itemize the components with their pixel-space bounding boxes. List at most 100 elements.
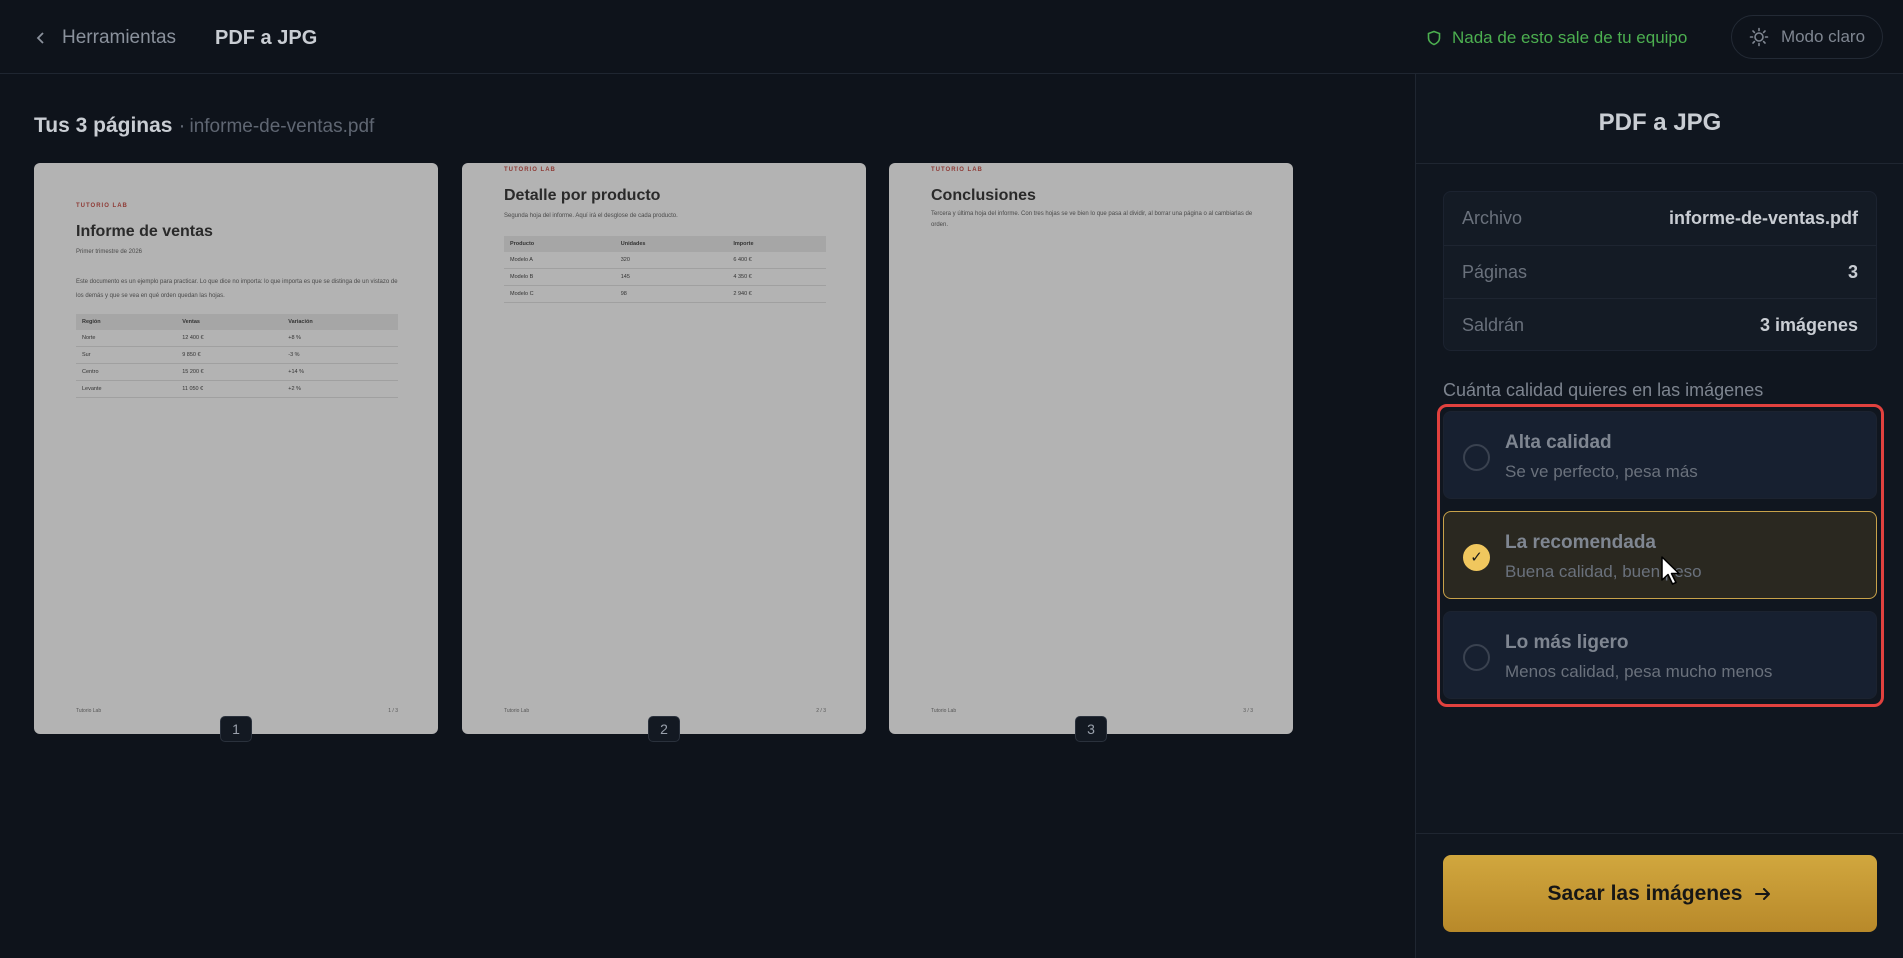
table-row: Modelo A 320 6 400 € [504, 252, 826, 269]
table-cell: Modelo A [504, 252, 615, 269]
info-value: 3 imágenes [1759, 314, 1858, 335]
option-subtitle: Se ve perfecto, pesa más [1505, 462, 1698, 481]
sun-icon [1749, 27, 1769, 47]
page-doc-table: Región Ventas Variación Norte 12 400 € +… [76, 314, 398, 398]
pages-count-heading: Tus 3 páginas [34, 114, 173, 137]
table-cell: -3 % [282, 346, 398, 364]
table-cell: 12 400 € [176, 330, 283, 347]
table-cell: 11 050 € [176, 380, 283, 398]
table-header: Variación [282, 314, 398, 330]
page-doc-subtitle: Segunda hoja del informe. Aquí irá el de… [504, 213, 678, 219]
option-title: La recomendada [1505, 532, 1656, 553]
page-doc-body: Este documento es un ejemplo para practi… [76, 279, 398, 299]
option-title: Lo más ligero [1505, 632, 1629, 653]
table-row: Modelo C 98 2 940 € [504, 285, 826, 303]
table-header: Región [76, 314, 177, 330]
table-row: Sur 9 850 € -3 % [76, 346, 398, 364]
info-row-pages: Páginas 3 [1444, 245, 1876, 298]
table-header: Importe [727, 236, 826, 252]
page-brand: TUTORIO LAB [76, 203, 128, 209]
info-row-file: Archivo informe-de-ventas.pdf [1444, 192, 1876, 245]
table-cell: 9 850 € [176, 346, 283, 364]
page-number-badge: 2 [648, 716, 680, 742]
table-cell: Modelo C [504, 285, 615, 303]
option-title: Alta calidad [1505, 432, 1612, 453]
page-thumbnail-3[interactable]: TUTORIO LAB Conclusiones Tercera y últim… [889, 163, 1293, 742]
option-subtitle: Menos calidad, pesa mucho menos [1505, 662, 1773, 681]
page-brand: TUTORIO LAB [931, 167, 983, 173]
theme-toggle-button[interactable]: Modo claro [1731, 15, 1883, 59]
info-row-output: Saldrán 3 imágenes [1444, 298, 1876, 351]
quality-label: Cuánta calidad quieres en las imágenes [1443, 380, 1764, 400]
info-key: Saldrán [1462, 314, 1525, 335]
info-value: informe-de-ventas.pdf [1668, 208, 1858, 228]
privacy-text: Nada de esto sale de tu equipo [1452, 28, 1688, 47]
table-cell: Norte [76, 330, 177, 347]
table-cell: +14 % [282, 363, 398, 381]
page-doc-table: Producto Unidades Importe Modelo A 320 6… [504, 236, 826, 303]
back-label: Herramientas [62, 27, 177, 48]
table-cell: +8 % [282, 330, 398, 347]
table-header: Unidades [614, 236, 728, 252]
file-info-card: Archivo informe-de-ventas.pdf Páginas 3 … [1443, 191, 1877, 351]
table-cell: +2 % [282, 380, 398, 398]
table-cell: 320 [614, 252, 728, 269]
info-key: Archivo [1462, 208, 1523, 228]
table-row: Centro 15 200 € +14 % [76, 363, 398, 381]
page-number-badge: 1 [220, 716, 252, 742]
quality-option-high[interactable]: Alta calidad Se ve perfecto, pesa más [1443, 411, 1877, 499]
table-cell: Sur [76, 346, 177, 364]
arrow-right-icon [1755, 887, 1771, 900]
page-footer-right: 3 / 3 [1243, 708, 1253, 714]
page-number-badge: 3 [1075, 716, 1107, 742]
sidebar-title: PDF a JPG [1416, 74, 1903, 164]
heading-filename: informe-de-ventas.pdf [189, 116, 375, 137]
table-header: Ventas [176, 314, 283, 330]
table-cell: Centro [76, 363, 177, 381]
top-bar: Herramientas PDF a JPG Nada de esto sale… [0, 0, 1903, 74]
table-row: Levante 11 050 € +2 % [76, 380, 398, 398]
settings-sidebar: PDF a JPG Archivo informe-de-ventas.pdf … [1415, 74, 1903, 958]
page-doc-title: Informe de ventas [76, 223, 213, 240]
table-cell: 145 [614, 268, 728, 286]
page-footer-left: Tutorio Lab [76, 708, 102, 714]
theme-toggle-label: Modo claro [1780, 27, 1866, 46]
table-header: Producto [504, 236, 615, 252]
page-doc-title: Detalle por producto [504, 187, 661, 204]
table-cell: Levante [76, 380, 177, 398]
info-key: Páginas [1462, 261, 1528, 282]
back-link[interactable]: Herramientas [34, 24, 176, 52]
page-footer-right: 2 / 3 [816, 708, 826, 714]
quality-option-light[interactable]: Lo más ligero Menos calidad, pesa mucho … [1443, 611, 1877, 699]
page-footer-left: Tutorio Lab [504, 708, 530, 714]
page-title: PDF a JPG [215, 27, 318, 49]
page-doc-subtitle: Primer trimestre de 2026 [76, 249, 143, 255]
page-footer-right: 1 / 3 [388, 708, 398, 714]
check-icon[interactable]: ✓ [1463, 544, 1490, 571]
radio-button[interactable] [1463, 444, 1490, 471]
table-cell: 6 400 € [727, 252, 826, 269]
page-brand: TUTORIO LAB [504, 167, 556, 173]
table-cell: 2 940 € [727, 285, 826, 303]
page-thumbnail-2[interactable]: TUTORIO LAB Detalle por producto Segunda… [462, 163, 866, 742]
info-value: 3 [1847, 261, 1858, 282]
table-cell: 4 350 € [727, 268, 826, 286]
table-cell: 98 [614, 285, 728, 303]
page-doc-subtitle: Tercera y última hoja del informe. Con t… [931, 211, 1253, 228]
table-cell: 15 200 € [176, 363, 283, 381]
page-thumbnail-1[interactable]: TUTORIO LAB Informe de ventas Primer tri… [34, 163, 438, 742]
cursor-icon [1661, 556, 1680, 585]
extract-images-button[interactable]: Sacar las imágenes [1443, 855, 1877, 932]
extract-images-label: Sacar las imágenes [1547, 881, 1743, 905]
table-row: Norte 12 400 € +8 % [76, 330, 398, 347]
radio-button[interactable] [1463, 644, 1490, 671]
pages-heading: Tus 3 páginas · informe-de-ventas.pdf [34, 114, 374, 138]
heading-separator: · [178, 114, 186, 137]
chevron-left-icon [36, 32, 44, 44]
privacy-notice: Nada de esto sale de tu equipo [1426, 24, 1687, 52]
table-cell: Modelo B [504, 268, 615, 286]
page-doc-title: Conclusiones [931, 187, 1036, 204]
table-row: Modelo B 145 4 350 € [504, 268, 826, 286]
shield-icon [1427, 30, 1441, 46]
sidebar-divider [1416, 833, 1903, 834]
